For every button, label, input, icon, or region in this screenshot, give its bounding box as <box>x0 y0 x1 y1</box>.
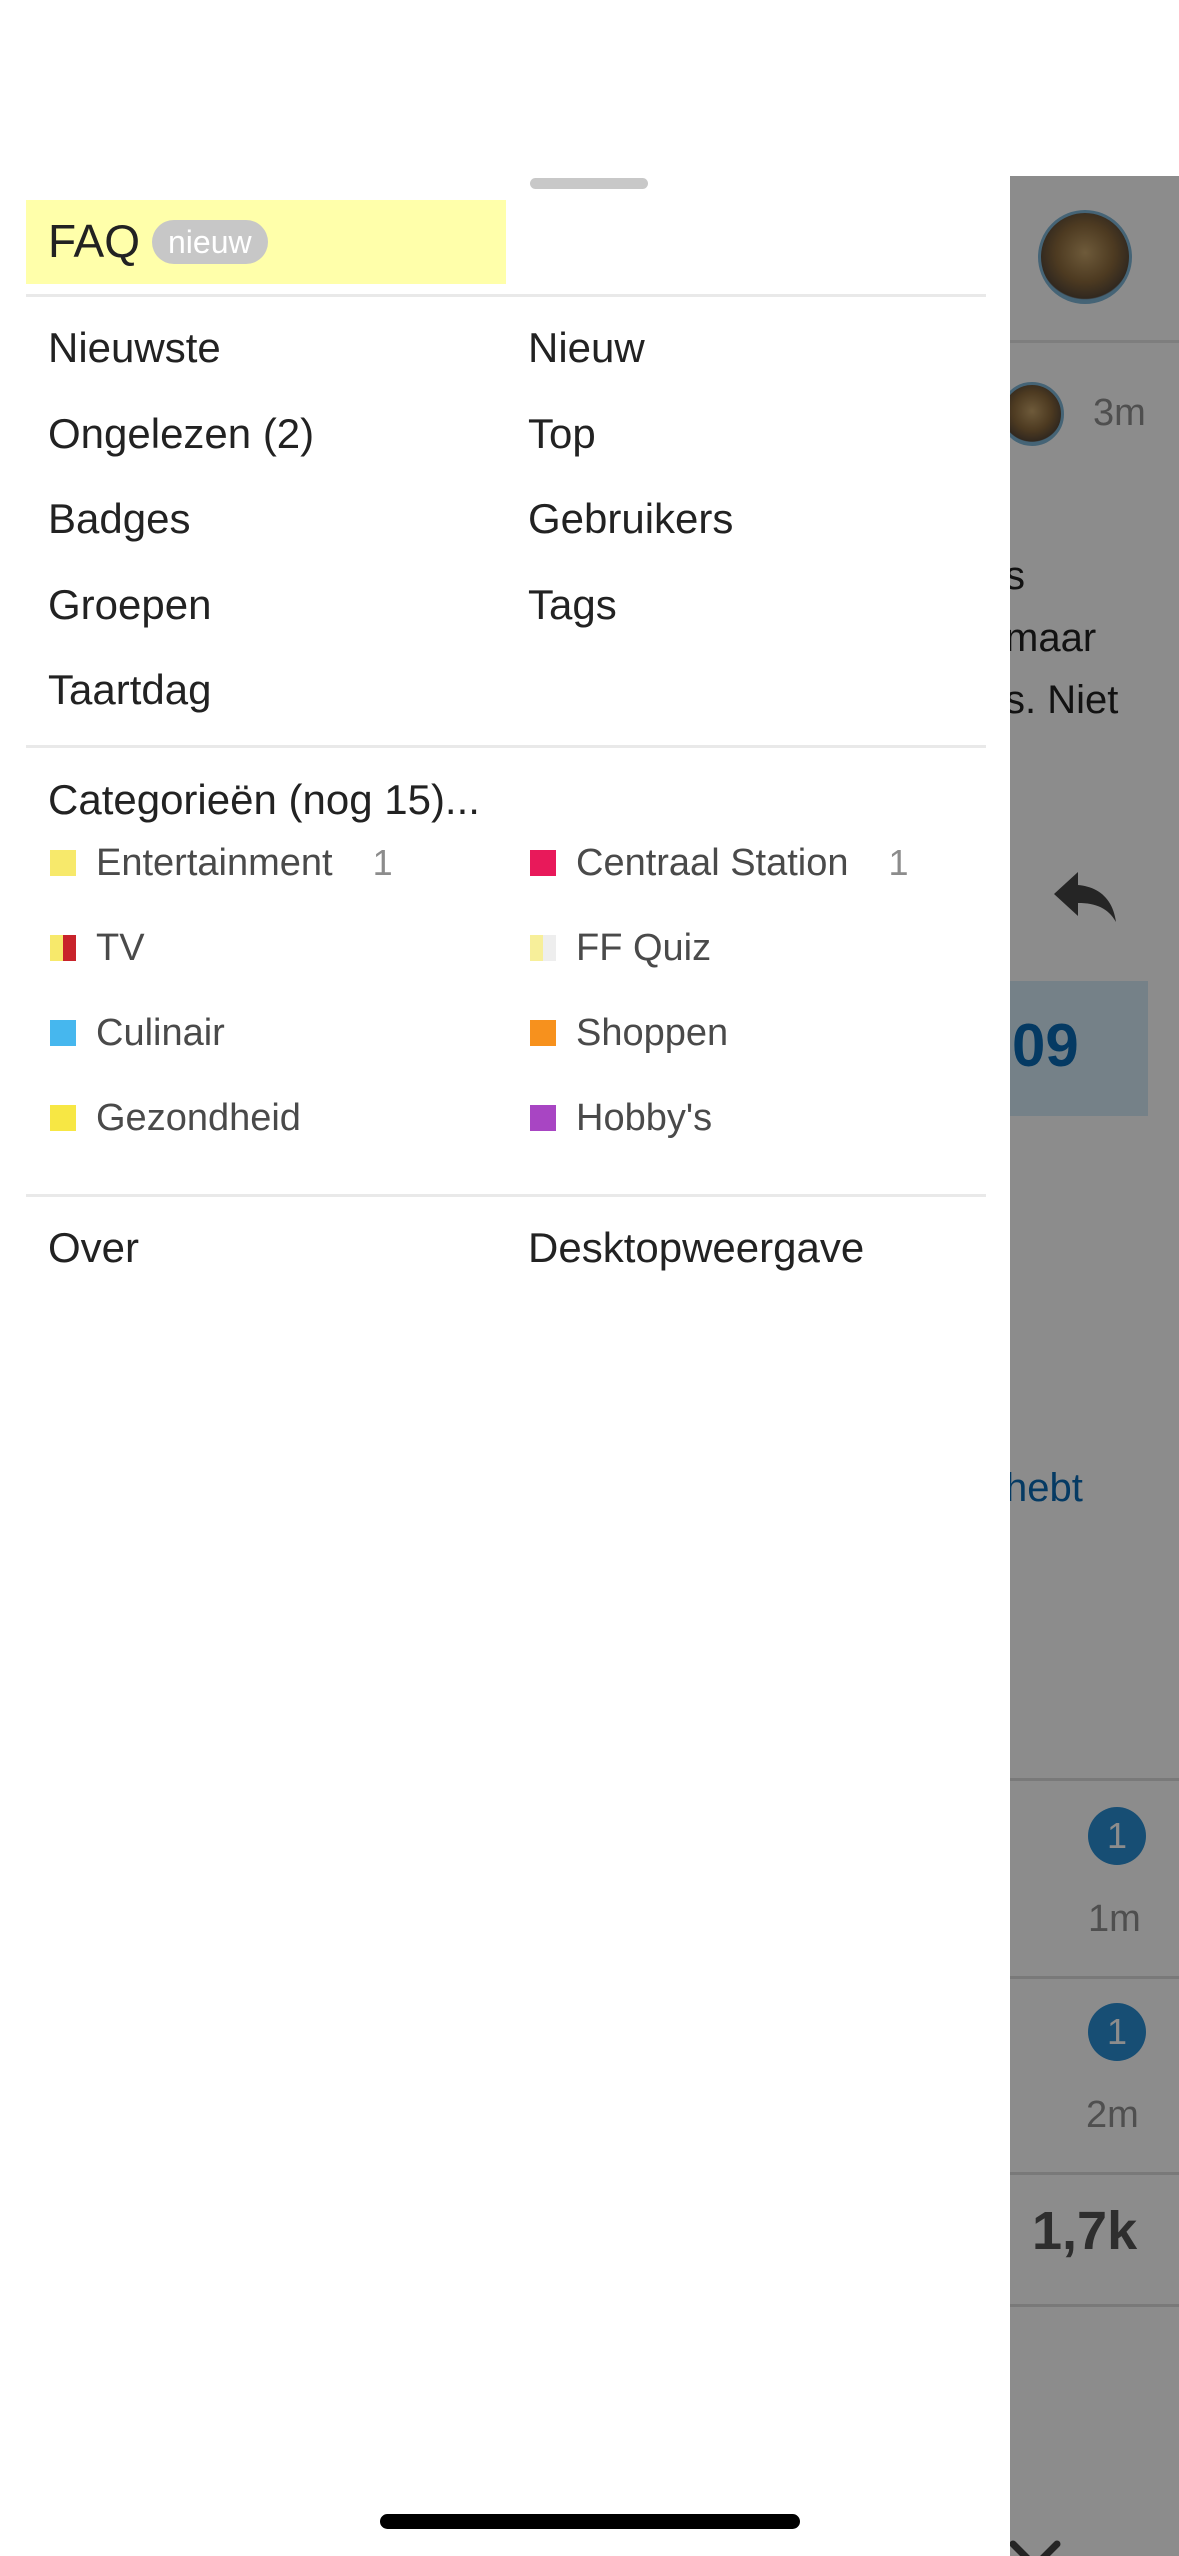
category-name: Centraal Station <box>576 841 849 884</box>
category-color-swatch <box>50 850 76 876</box>
category-name: Hobby's <box>576 1096 713 1139</box>
category-name: TV <box>96 926 145 969</box>
menu-divider <box>26 294 986 297</box>
category-color-swatch <box>530 1105 556 1131</box>
nav-desktop-view[interactable]: Desktopweergave <box>528 1224 864 1272</box>
category-item[interactable]: Centraal Station 1 <box>530 838 909 888</box>
category-item[interactable]: Entertainment 1 <box>50 838 393 888</box>
nav-users[interactable]: Gebruikers <box>528 495 733 543</box>
category-item[interactable]: TV <box>50 923 145 973</box>
nav-tags[interactable]: Tags <box>528 581 617 629</box>
nav-groups[interactable]: Groepen <box>48 581 211 629</box>
menu-divider <box>26 745 986 748</box>
category-item[interactable]: Hobby's <box>530 1093 712 1143</box>
menu-divider <box>26 1194 986 1197</box>
nav-top[interactable]: Top <box>528 410 596 458</box>
category-item[interactable]: FF Quiz <box>530 923 711 973</box>
nav-new[interactable]: Nieuw <box>528 324 645 372</box>
category-color-swatch <box>50 935 76 961</box>
faq-label: FAQ <box>48 215 141 267</box>
category-count: 1 <box>888 842 909 883</box>
category-name: FF Quiz <box>576 926 712 969</box>
nav-cakeday[interactable]: Taartdag <box>48 666 211 714</box>
category-color-swatch <box>530 1020 556 1046</box>
category-item[interactable]: Gezondheid <box>50 1093 301 1143</box>
nav-about[interactable]: Over <box>48 1224 139 1272</box>
category-color-swatch <box>50 1105 76 1131</box>
category-name: Gezondheid <box>96 1096 301 1139</box>
category-count: 1 <box>372 842 393 883</box>
category-name: Shoppen <box>576 1011 729 1054</box>
nav-unread[interactable]: Ongelezen (2) <box>48 410 314 458</box>
new-badge: nieuw <box>152 220 268 264</box>
drag-handle[interactable] <box>530 178 648 189</box>
screen: 3m s maar s. Niet 09 hebt 1 1m 1 2m 1,7k… <box>0 0 1179 2556</box>
category-color-swatch <box>530 935 556 961</box>
categories-heading-link[interactable]: Categorieën (nog 15)... <box>48 776 480 824</box>
home-indicator <box>380 2514 800 2529</box>
category-color-swatch <box>530 850 556 876</box>
category-item[interactable]: Shoppen <box>530 1008 728 1058</box>
faq-link[interactable]: FAQ nieuw <box>26 200 506 284</box>
category-name: Entertainment <box>96 841 333 884</box>
nav-latest[interactable]: Nieuwste <box>48 324 221 372</box>
nav-badges[interactable]: Badges <box>48 495 190 543</box>
hamburger-menu-drawer: FAQ nieuw Nieuwste Ongelezen (2) Badges … <box>0 176 1010 2556</box>
category-color-swatch <box>50 1020 76 1046</box>
category-name: Culinair <box>96 1011 225 1054</box>
category-item[interactable]: Culinair <box>50 1008 225 1058</box>
